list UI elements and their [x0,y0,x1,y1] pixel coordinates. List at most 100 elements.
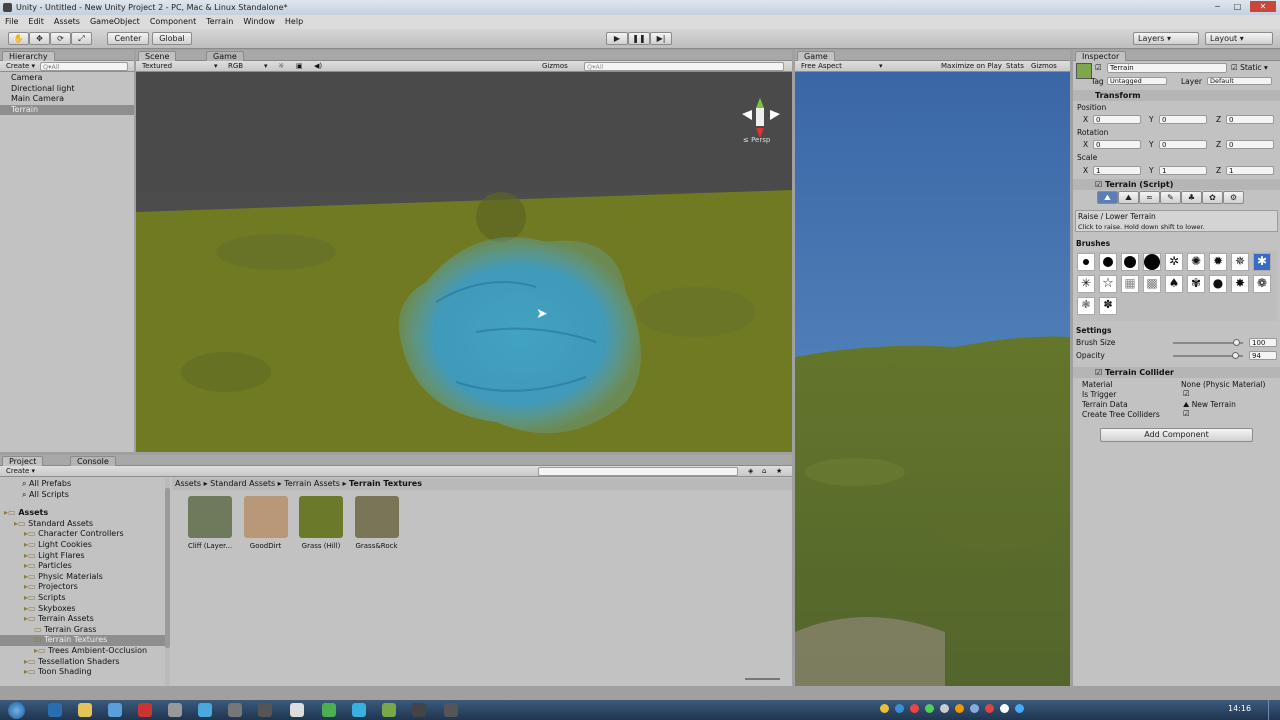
project-tree-item[interactable]: ▸▭ Particles [0,561,165,572]
persp-label[interactable]: ≤ Persp [743,136,770,144]
rotation-x-field[interactable]: 0 [1093,140,1141,149]
scene-viewport[interactable]: ≤ Persp ➤ [136,72,792,452]
start-button-icon[interactable] [8,702,25,719]
tray-icon[interactable] [1015,704,1024,713]
project-search-input[interactable] [538,467,738,476]
menu-assets[interactable]: Assets [49,15,85,29]
layout-dropdown[interactable]: Layout ▾ [1205,32,1273,45]
lighting-toggle-icon[interactable]: ☼ [278,61,284,71]
terrain-script-header[interactable]: ☑ Terrain (Script) [1073,179,1280,190]
brush-spark-icon[interactable]: ✲ [1165,253,1183,271]
tray-icon[interactable] [1000,704,1009,713]
project-tree-item[interactable]: ▸▭ Skyboxes [0,604,165,615]
tray-icon[interactable] [895,704,904,713]
hierarchy-item[interactable]: Main Camera [0,94,134,105]
project-tree-item[interactable]: ▸▭ Standard Assets [0,519,165,530]
brush-flower-icon[interactable]: ❁ [1253,275,1271,293]
tray-icon[interactable] [955,704,964,713]
opacity-slider-handle[interactable] [1231,352,1239,359]
menu-edit[interactable]: Edit [23,15,49,29]
app-gray-icon[interactable] [168,703,182,717]
hierarchy-item[interactable]: Directional light [0,84,134,95]
terrain-data-field[interactable]: ⛰ New Terrain [1183,400,1236,410]
tab-game-view[interactable]: Game [797,51,835,61]
app-icon[interactable] [258,703,272,717]
breadcrumb-standard-assets[interactable]: Standard Assets [210,479,275,488]
pivot-center-button[interactable]: Center [107,32,149,45]
menu-file[interactable]: File [0,15,23,29]
project-tree-item[interactable]: ▭ Terrain Textures [0,635,165,646]
app-red-icon[interactable] [138,703,152,717]
rotation-y-field[interactable]: 0 [1159,140,1207,149]
filter-type-icon[interactable]: ◈ [748,466,753,476]
asset-item[interactable]: Grass&Rock [350,496,404,550]
scale-y-field[interactable]: 1 [1159,166,1207,175]
project-tree-item[interactable]: ▸▭ Character Controllers [0,529,165,540]
project-tree-item[interactable]: ▸▭ Tessellation Shaders [0,657,165,668]
layer-dropdown[interactable]: Default [1207,77,1272,85]
position-y-field[interactable]: 0 [1159,115,1207,124]
place-trees-tool-icon[interactable]: ♣ [1181,191,1202,204]
stats-toggle[interactable]: Stats [1006,61,1024,71]
brush-star-thin-icon[interactable]: ✳ [1077,275,1095,293]
game-viewport[interactable] [795,72,1070,686]
brush-size-slider-handle[interactable] [1233,339,1241,346]
tab-hierarchy[interactable]: Hierarchy [2,51,55,61]
asset-item[interactable]: Cliff (Layer... [183,496,237,550]
asset-item[interactable]: Grass (Hill) [294,496,348,550]
move-tool-icon[interactable]: ✥ [29,32,50,45]
material-field[interactable]: None (Physic Material) [1181,380,1266,389]
filter-label-icon[interactable]: ⌂ [762,466,766,476]
tab-inspector[interactable]: Inspector [1075,51,1127,61]
tray-icon[interactable] [985,704,994,713]
project-tree-item[interactable]: ▸▭ Trees Ambient-Occlusion [0,646,165,657]
menu-help[interactable]: Help [280,15,308,29]
paint-texture-tool-icon[interactable]: ✎ [1160,191,1181,204]
app-blue-icon[interactable] [198,703,212,717]
project-tree-item[interactable]: ▸▭ Toon Shading [0,667,165,678]
position-z-field[interactable]: 0 [1226,115,1274,124]
breadcrumb-terrain-assets[interactable]: Terrain Assets [284,479,340,488]
project-tree-item[interactable]: ▸▭ Scripts [0,593,165,604]
app-icon[interactable] [444,703,458,717]
layers-dropdown[interactable]: Layers ▾ [1133,32,1199,45]
brush-detail-icon[interactable]: ❃ [1077,297,1095,315]
terrain-settings-icon[interactable]: ⚙ [1223,191,1244,204]
project-tree-item[interactable]: ▸▭ Physic Materials [0,572,165,583]
app-green-icon[interactable] [382,703,396,717]
brush-rock-icon[interactable]: ▩ [1143,275,1161,293]
render-mode-dropdown[interactable]: RGB [228,61,243,71]
ie-icon[interactable] [48,703,62,717]
icon-size-slider[interactable] [745,678,780,680]
transform-header[interactable]: Transform [1073,90,1280,101]
clock[interactable]: 14:16 [1228,704,1251,713]
brush-noise-icon[interactable]: ✵ [1231,253,1249,271]
terrain-collider-header[interactable]: ☑ Terrain Collider [1073,367,1280,378]
show-desktop-button[interactable] [1268,700,1280,720]
chrome-icon[interactable] [322,703,336,717]
object-name-field[interactable]: Terrain [1107,63,1227,73]
brush-xlarge-icon[interactable] [1143,253,1161,271]
tree-colliders-checkbox[interactable]: ☑ [1183,409,1190,418]
scale-tool-icon[interactable]: ⤢ [71,32,92,45]
brush-leaf-icon[interactable]: ♠ [1165,275,1183,293]
tag-dropdown[interactable]: Untagged [1107,77,1167,85]
skype-icon[interactable] [352,703,366,717]
favorite-all-scripts[interactable]: ⌕ All Scripts [0,490,165,501]
maximize-on-play-toggle[interactable]: Maximize on Play [941,61,1002,71]
explorer-icon[interactable] [78,703,92,717]
scene-search-input[interactable]: Q▾All [584,62,784,71]
tab-project[interactable]: Project [2,456,44,466]
hierarchy-item[interactable]: Camera [0,73,134,84]
pause-icon[interactable]: ❚❚ [628,32,650,45]
hierarchy-create-button[interactable]: Create [6,62,29,70]
active-checkbox[interactable]: ☑ [1095,63,1102,72]
position-x-field[interactable]: 0 [1093,115,1141,124]
aspect-dropdown[interactable]: Free Aspect [801,61,842,71]
rotation-z-field[interactable]: 0 [1226,140,1274,149]
app-icon[interactable] [290,703,304,717]
tray-icon[interactable] [925,704,934,713]
minimize-icon[interactable]: ─ [1208,1,1227,12]
rotate-tool-icon[interactable]: ⟳ [50,32,71,45]
favorite-star-icon[interactable]: ★ [776,466,782,476]
